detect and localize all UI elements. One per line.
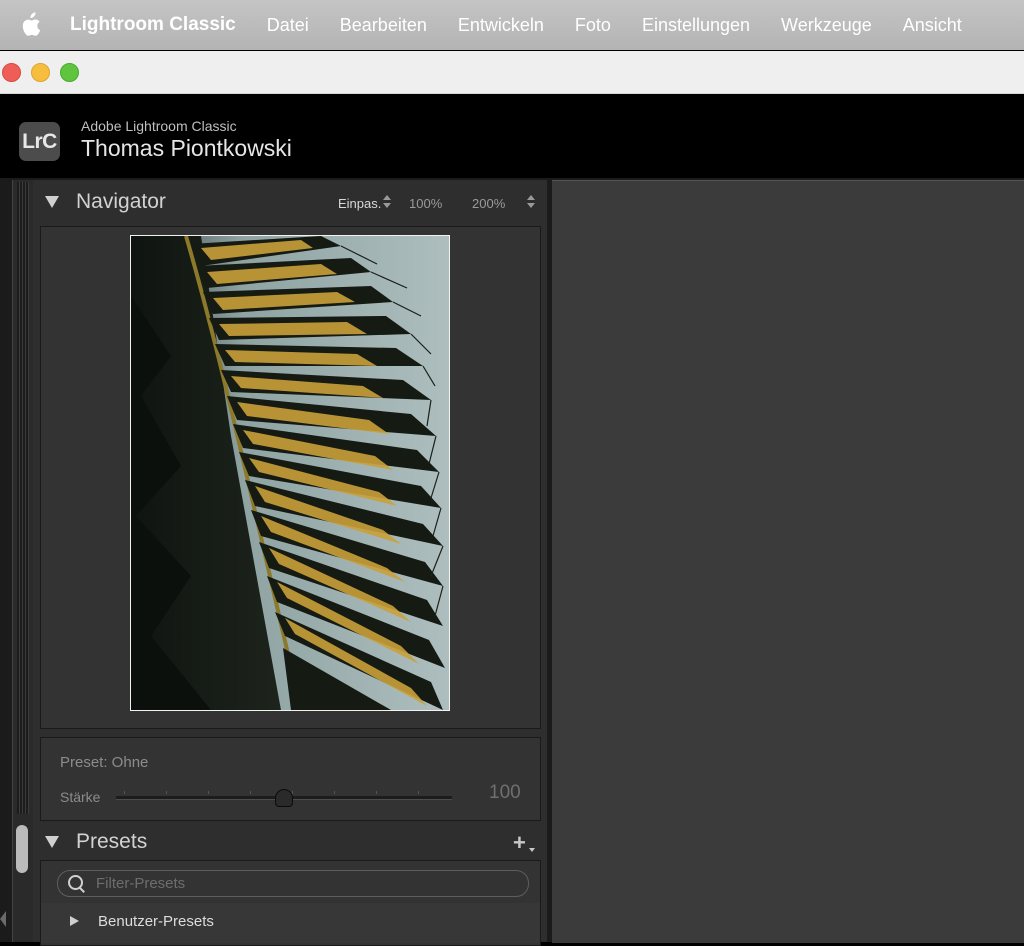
collapse-triangle-icon[interactable] [45,196,59,208]
identity-plate: LrC Adobe Lightroom Classic Thomas Piont… [0,94,1024,178]
menu-bearbeiten[interactable]: Bearbeiten [340,15,427,36]
preset-amount-section: Preset: Ohne Stärke 100 [40,737,541,821]
menu-werkzeuge[interactable]: Werkzeuge [781,15,872,36]
preset-search-input[interactable] [96,874,516,893]
preset-label: Preset: Ohne [60,754,149,771]
slider-tick [334,791,335,794]
menu-bar: Lightroom Classic Datei Bearbeiten Entwi… [0,0,1024,50]
presets-list: Benutzer-Presets [40,860,541,946]
lightroom-logo-icon: LrC [19,122,60,161]
menu-einstellungen[interactable]: Einstellungen [642,15,750,36]
palm-leaf-photo [131,236,449,710]
zoom-100-option[interactable]: 100% [409,196,442,211]
panel-scrollbar[interactable] [12,180,34,942]
slider-tick [418,791,419,794]
zoom-window-button[interactable] [60,63,79,82]
navigator-photo-preview[interactable] [130,235,450,711]
navigator-header[interactable]: Navigator Einpas. 100% 200% [33,180,547,224]
collapse-triangle-icon[interactable] [45,836,59,848]
slider-tick [376,791,377,794]
menu-app-name[interactable]: Lightroom Classic [70,14,236,36]
left-panel: Navigator Einpas. 100% 200% Preset: Ohne… [33,180,547,946]
expand-triangle-icon[interactable] [70,916,79,926]
close-window-button[interactable] [2,63,21,82]
zoom-fit-stepper-icon[interactable] [383,195,391,209]
minimize-window-button[interactable] [31,63,50,82]
navigator-title: Navigator [76,190,166,213]
slider-tick [208,791,209,794]
add-preset-icon[interactable]: + [513,830,526,856]
search-icon [68,875,83,890]
presets-header[interactable]: Presets + [33,820,547,864]
app-body: Navigator Einpas. 100% 200% Preset: Ohne… [0,178,1024,946]
zoom-more-stepper-icon[interactable] [527,195,535,209]
product-name: Adobe Lightroom Classic [81,118,237,134]
strength-label: Stärke [60,789,101,805]
add-preset-dropdown-icon[interactable] [529,848,535,852]
collapse-left-panel-icon[interactable] [0,911,6,927]
preset-group-label: Benutzer-Presets [98,913,214,930]
strength-value[interactable]: 100 [489,782,521,804]
scroll-track [17,182,29,814]
slider-tick [250,791,251,794]
navigator-preview-area [40,226,541,729]
preset-group-row[interactable]: Benutzer-Presets [41,903,540,943]
menu-foto[interactable]: Foto [575,15,611,36]
slider-tick [124,791,125,794]
strength-slider-thumb[interactable] [275,789,293,807]
menu-ansicht[interactable]: Ansicht [903,15,962,36]
zoom-fit-option[interactable]: Einpas. [338,196,381,211]
apple-icon[interactable] [19,12,41,38]
user-name: Thomas Piontkowski [81,135,292,161]
menu-datei[interactable]: Datei [267,15,309,36]
presets-title: Presets [76,830,148,853]
slider-tick [166,791,167,794]
window-title-bar [0,51,1024,94]
scroll-thumb[interactable] [16,825,28,873]
preset-search-field[interactable] [57,870,529,897]
zoom-200-option[interactable]: 200% [472,196,505,211]
main-image-area[interactable] [552,180,1024,943]
menu-entwickeln[interactable]: Entwickeln [458,15,544,36]
